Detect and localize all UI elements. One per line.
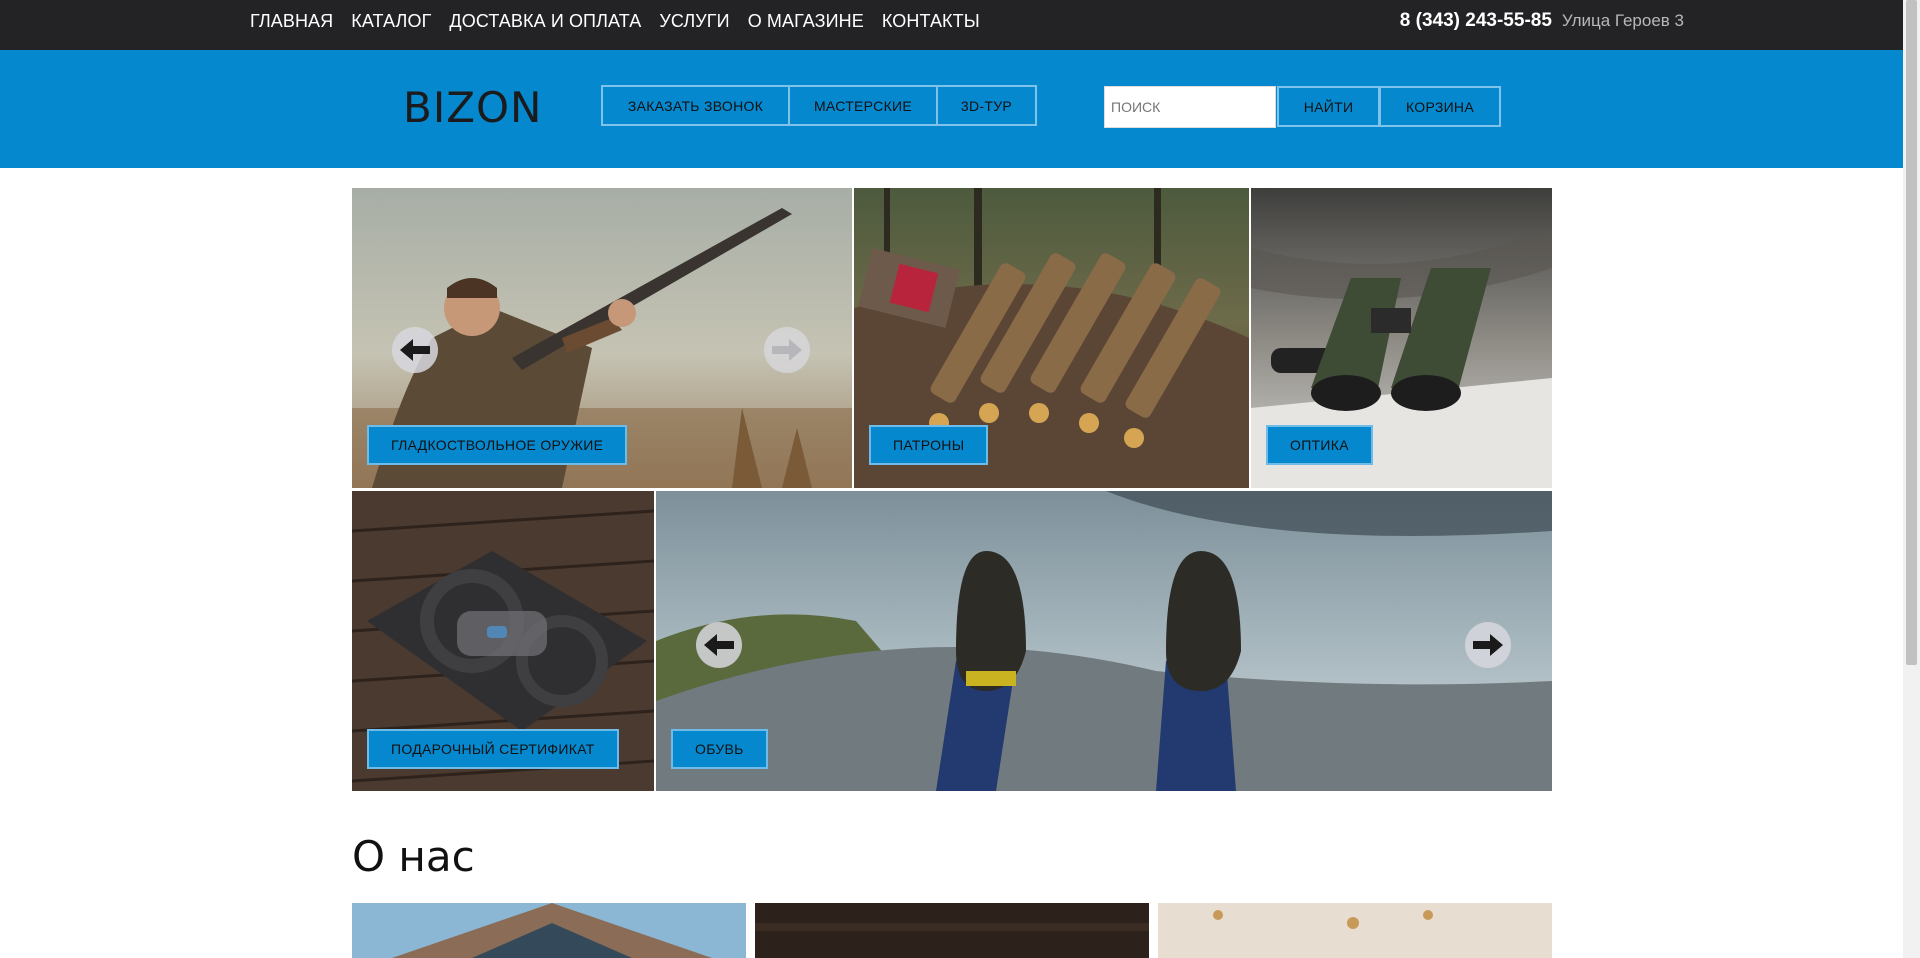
about-image-wood bbox=[755, 903, 1149, 958]
catalog-tile-smoothbore[interactable]: ГЛАДКОСТВОЛЬНОЕ ОРУЖИЕ bbox=[352, 188, 852, 488]
category-label[interactable]: ОПТИКА bbox=[1266, 425, 1373, 465]
nav-services[interactable]: УСЛУГИ bbox=[659, 11, 729, 32]
order-call-button[interactable]: ЗАКАЗАТЬ ЗВОНОК bbox=[601, 85, 790, 126]
phone-number[interactable]: 8 (343) 243-55-85 bbox=[1400, 10, 1552, 32]
main-menu: ГЛАВНАЯ КАТАЛОГ ДОСТАВКА И ОПЛАТА УСЛУГИ… bbox=[250, 0, 998, 42]
site-logo[interactable]: BIZON bbox=[403, 83, 542, 132]
hiking-boots-image bbox=[656, 491, 1552, 791]
catalog-tile-footwear[interactable]: ОБУВЬ bbox=[656, 491, 1552, 791]
site-header: BIZON ЗАКАЗАТЬ ЗВОНОК МАСТЕРСКИЕ 3D-ТУР … bbox=[0, 50, 1903, 168]
catalog-tile-optics[interactable]: ОПТИКА bbox=[1251, 188, 1552, 488]
contact-info: 8 (343) 243-55-85 Улица Героев 3 bbox=[1400, 0, 1684, 42]
catalog-tile-ammo[interactable]: ПАТРОНЫ bbox=[854, 188, 1249, 488]
scrollbar-thumb[interactable] bbox=[1906, 0, 1917, 665]
category-label[interactable]: ГЛАДКОСТВОЛЬНОЕ ОРУЖИЕ bbox=[367, 425, 628, 465]
cart-button[interactable]: КОРЗИНА bbox=[1379, 86, 1501, 127]
building-image bbox=[352, 903, 746, 958]
nav-catalog[interactable]: КАТАЛОГ bbox=[351, 11, 431, 32]
catalog-tile-gift-certificate[interactable]: ПОДАРОЧНЫЙ СЕРТИФИКАТ bbox=[352, 491, 654, 791]
nav-home[interactable]: ГЛАВНАЯ bbox=[250, 11, 333, 32]
nav-contacts[interactable]: КОНТАКТЫ bbox=[882, 11, 980, 32]
arrow-right-icon[interactable] bbox=[764, 327, 810, 373]
wood-image bbox=[755, 903, 1149, 958]
about-image-interior bbox=[1158, 903, 1552, 958]
category-label[interactable]: ПАТРОНЫ bbox=[869, 425, 989, 465]
interior-image bbox=[1158, 903, 1552, 958]
arrow-right-icon[interactable] bbox=[1465, 622, 1511, 668]
search-input[interactable] bbox=[1104, 86, 1276, 128]
about-section-title: О нас bbox=[352, 832, 475, 881]
page-scrollbar[interactable] bbox=[1903, 0, 1920, 958]
about-image-building bbox=[352, 903, 746, 958]
workshops-button[interactable]: МАСТЕРСКИЕ bbox=[788, 85, 938, 126]
nav-about-store[interactable]: О МАГАЗИНЕ bbox=[748, 11, 864, 32]
top-navigation-bar: ГЛАВНАЯ КАТАЛОГ ДОСТАВКА И ОПЛАТА УСЛУГИ… bbox=[0, 0, 1903, 50]
nav-delivery[interactable]: ДОСТАВКА И ОПЛАТА bbox=[449, 11, 641, 32]
search-button[interactable]: НАЙТИ bbox=[1277, 86, 1380, 127]
arrow-left-icon[interactable] bbox=[696, 622, 742, 668]
3d-tour-button[interactable]: 3D-ТУР bbox=[936, 85, 1037, 126]
store-address: Улица Героев 3 bbox=[1561, 11, 1684, 30]
arrow-left-icon[interactable] bbox=[392, 327, 438, 373]
category-label[interactable]: ПОДАРОЧНЫЙ СЕРТИФИКАТ bbox=[367, 729, 619, 769]
category-label[interactable]: ОБУВЬ bbox=[671, 729, 768, 769]
